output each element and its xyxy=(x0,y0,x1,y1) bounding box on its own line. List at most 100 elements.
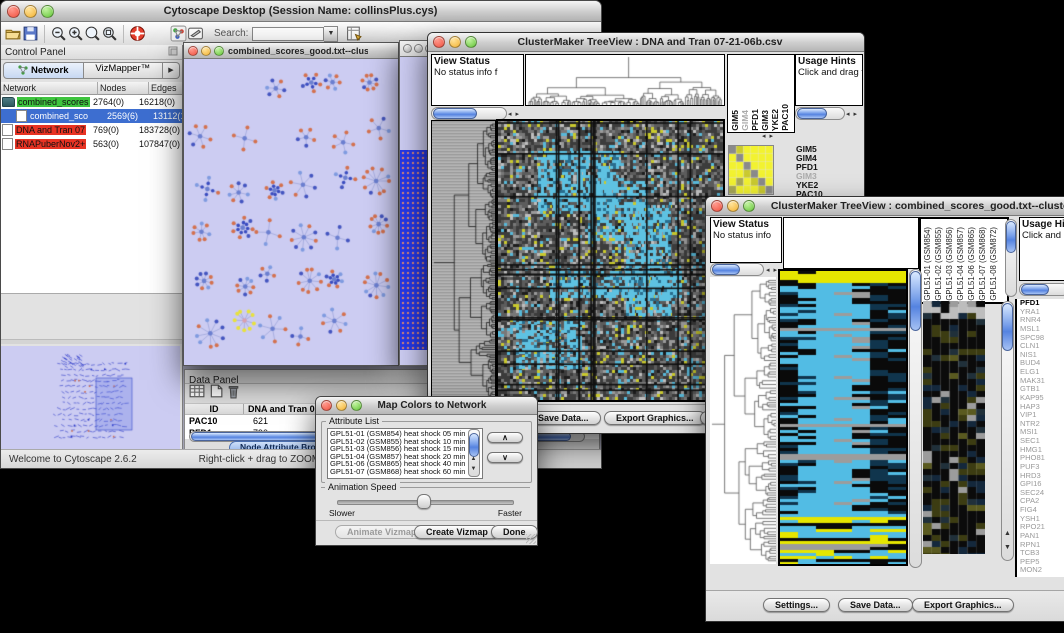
zoom-button[interactable] xyxy=(465,36,477,48)
tv2-genelist-scroll-down[interactable]: ▼ xyxy=(1004,544,1012,551)
vizmapper-icon[interactable] xyxy=(170,25,187,42)
zoom-button[interactable] xyxy=(214,46,224,56)
tv2-column-label[interactable]: GPL51-06 (GSM865) xyxy=(967,227,978,301)
minimize-button[interactable] xyxy=(24,5,37,18)
map-colors-dialog: Map Colors to Network Attribute List GPL… xyxy=(315,396,538,546)
edge-count: 183728(0) xyxy=(139,125,182,135)
tv1-column-label[interactable]: PAC10 xyxy=(780,104,790,131)
network-table-row[interactable]: DNA and Tran 07769(0)183728(0) xyxy=(1,123,182,137)
treeview2-title-bar[interactable]: ClusterMaker TreeView : combined_scores_… xyxy=(706,197,1064,216)
close-button[interactable] xyxy=(321,400,332,411)
tv2-heatmap[interactable] xyxy=(778,269,908,566)
zoom-button[interactable] xyxy=(41,5,54,18)
tv1-right-hscrollbar[interactable] xyxy=(795,107,845,120)
tab-vizmapper[interactable]: VizMapper™ xyxy=(84,62,164,79)
tv2-genelist-scroll-up[interactable]: ▲ xyxy=(1004,530,1012,537)
tv2-column-label[interactable]: GPL51-08 (GSM872) xyxy=(989,227,1000,301)
zoom-in-icon[interactable] xyxy=(67,25,84,42)
list-scroll-up[interactable]: ▲ xyxy=(471,456,478,462)
data-col-id[interactable]: ID xyxy=(185,404,244,414)
attribute-list-vscrollbar[interactable]: ▲ ▼ xyxy=(468,429,480,477)
minimize-button[interactable] xyxy=(201,46,211,56)
tv2-secondary-heatmap[interactable] xyxy=(923,301,985,554)
zoom-button[interactable] xyxy=(351,400,362,411)
tv2-labels-vscrollbar[interactable] xyxy=(1005,219,1017,297)
attribute-browser-icon[interactable] xyxy=(346,25,363,42)
search-input[interactable] xyxy=(252,27,324,41)
attribute-list-item[interactable]: GPL51-07 (GSM868) heat shock 60 min xyxy=(330,468,482,476)
close-button[interactable] xyxy=(7,5,20,18)
tv1-heatmap[interactable] xyxy=(496,119,725,402)
zoom-out-icon[interactable] xyxy=(50,25,67,42)
tv2-export-graphics-button[interactable]: Export Graphics... xyxy=(912,598,1014,612)
tv2-column-label[interactable]: GPL51-04 (GSM857) xyxy=(956,227,967,301)
resize-grip[interactable] xyxy=(526,534,536,544)
minimize-button[interactable] xyxy=(336,400,347,411)
tv1-column-label[interactable]: YKE2 xyxy=(770,109,780,131)
list-scroll-down[interactable]: ▼ xyxy=(471,466,478,472)
treeview1-title-bar[interactable]: ClusterMaker TreeView : DNA and Tran 07-… xyxy=(428,33,864,52)
tab-overflow-button[interactable]: ▶ xyxy=(163,62,180,79)
network-canvas[interactable] xyxy=(184,59,396,364)
dialog-title-bar[interactable]: Map Colors to Network xyxy=(316,397,537,415)
tv1-summary-heatmap[interactable] xyxy=(728,145,774,195)
tv2-gene-labels: PFD1YRA1RNR4MSL1SPC98CLN1NIS1BUD4ELG1MAK… xyxy=(1015,299,1064,577)
tv2-column-label[interactable]: GPL51-03 (GSM856) xyxy=(945,227,956,301)
create-vizmap-button[interactable]: Create Vizmap xyxy=(414,525,500,539)
tv2-column-label[interactable]: GPL51-01 (GSM854) xyxy=(923,227,934,301)
tv1-column-dendrogram[interactable] xyxy=(525,54,725,106)
new-attribute-icon[interactable] xyxy=(209,384,223,403)
select-attributes-icon[interactable] xyxy=(189,384,205,403)
main-title-bar[interactable]: Cytoscape Desktop (Session Name: collins… xyxy=(1,1,601,22)
tv2-genelist-vscrollbar[interactable]: ▲ ▼ xyxy=(1001,301,1014,561)
close-button[interactable] xyxy=(711,200,723,212)
network-table-row[interactable]: combined_sco2569(6)13112(15) xyxy=(1,109,182,123)
tv1-left-scroll-arrows[interactable]: ◂ ▸ xyxy=(508,110,520,118)
tv1-right-scroll-arrows[interactable]: ◂ ▸ xyxy=(846,110,858,118)
minimize-button[interactable] xyxy=(449,36,461,48)
gene-label[interactable]: MON2 xyxy=(1020,566,1064,575)
move-up-button[interactable]: ∧ xyxy=(487,432,523,443)
network-table-row[interactable]: combined_scores2764(0)16218(0) xyxy=(1,95,182,109)
attribute-list[interactable]: GPL51-01 (GSM854) heat shock 05 minGPL51… xyxy=(327,428,483,479)
float-panel-icon[interactable] xyxy=(168,43,178,61)
tv1-column-label[interactable]: GIM5 xyxy=(730,110,740,131)
tv2-settings-button[interactable]: Settings... xyxy=(763,598,830,612)
zoom-fit-icon[interactable] xyxy=(84,25,101,42)
tv1-column-label[interactable]: GIM4 xyxy=(740,110,750,131)
close-button[interactable] xyxy=(403,44,412,53)
open-file-icon[interactable] xyxy=(5,25,22,42)
move-down-button[interactable]: ∨ xyxy=(487,452,523,463)
tv2-row-dendrogram[interactable] xyxy=(710,277,776,564)
edge-count: 13112(15) xyxy=(153,111,182,121)
tv1-row-dendrogram[interactable] xyxy=(431,120,496,403)
minimize-button[interactable] xyxy=(727,200,739,212)
network-overview-thumbnail[interactable] xyxy=(1,346,180,450)
tv2-left-hscrollbar[interactable] xyxy=(710,263,764,276)
annotation-icon[interactable] xyxy=(187,25,204,42)
tv2-column-label[interactable]: GPL51-07 (GSM868) xyxy=(978,227,989,301)
tv2-column-dendrogram-area[interactable] xyxy=(783,217,919,269)
speed-slider-thumb[interactable] xyxy=(417,494,431,509)
network-table-row[interactable]: RNAPuberNov2+563(0)107847(0) xyxy=(1,137,182,151)
tv1-export-graphics-button[interactable]: Export Graphics... xyxy=(604,411,706,425)
close-button[interactable] xyxy=(433,36,445,48)
tv2-left-scroll-arrows[interactable]: ◂ ▸ xyxy=(766,266,778,274)
zoom-selected-icon[interactable] xyxy=(101,25,118,42)
tv2-save-data-button[interactable]: Save Data... xyxy=(838,598,913,612)
close-button[interactable] xyxy=(188,46,198,56)
help-icon[interactable] xyxy=(129,25,146,42)
delete-attribute-icon[interactable] xyxy=(227,384,240,404)
tv1-column-label[interactable]: GIM3 xyxy=(760,110,770,131)
minimize-button[interactable] xyxy=(414,44,423,53)
tv2-column-label[interactable]: GPL51-02 (GSM855) xyxy=(934,227,945,301)
tv1-labels-scroll-arrows[interactable]: ◂ ▸ xyxy=(762,132,774,140)
zoom-button[interactable] xyxy=(743,200,755,212)
tab-network[interactable]: Network xyxy=(3,62,84,79)
search-dropdown-button[interactable]: ▼ xyxy=(324,26,338,42)
tv2-heatmap-vscrollbar[interactable] xyxy=(909,269,922,568)
tv1-column-label[interactable]: PFD1 xyxy=(750,109,760,131)
save-icon[interactable] xyxy=(22,25,39,42)
tv2-right-hscrollbar[interactable] xyxy=(1019,283,1064,296)
network-view-title-bar[interactable]: combined_scores_good.txt--cluste... xyxy=(184,43,398,59)
